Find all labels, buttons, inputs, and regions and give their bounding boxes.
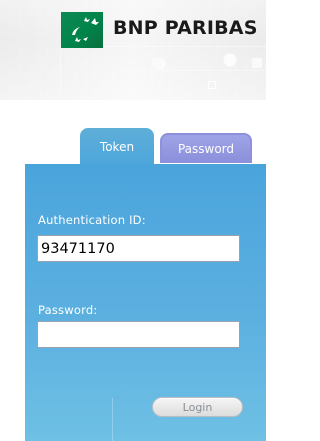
tab-password-label: Password — [177, 142, 235, 156]
banner-square — [152, 58, 162, 68]
password-label: Password: — [38, 303, 98, 317]
banner-square — [208, 81, 216, 89]
panel-divider — [112, 398, 113, 441]
brand-name: BNP PARIBAS — [113, 17, 258, 39]
banner-dotted-line — [124, 70, 266, 89]
tab-token[interactable]: Token — [80, 128, 154, 176]
authentication-id-label: Authentication ID: — [38, 213, 146, 227]
password-input[interactable] — [37, 321, 240, 348]
bnp-logo-icon — [61, 12, 103, 48]
header-banner: BNP PARIBAS — [0, 0, 266, 100]
tab-token-label: Token — [99, 139, 135, 154]
login-button[interactable]: Login — [152, 397, 243, 417]
tab-password[interactable]: Password — [160, 133, 252, 163]
banner-square — [252, 58, 262, 68]
login-button-label: Login — [182, 400, 213, 414]
authentication-id-input[interactable] — [37, 235, 240, 262]
